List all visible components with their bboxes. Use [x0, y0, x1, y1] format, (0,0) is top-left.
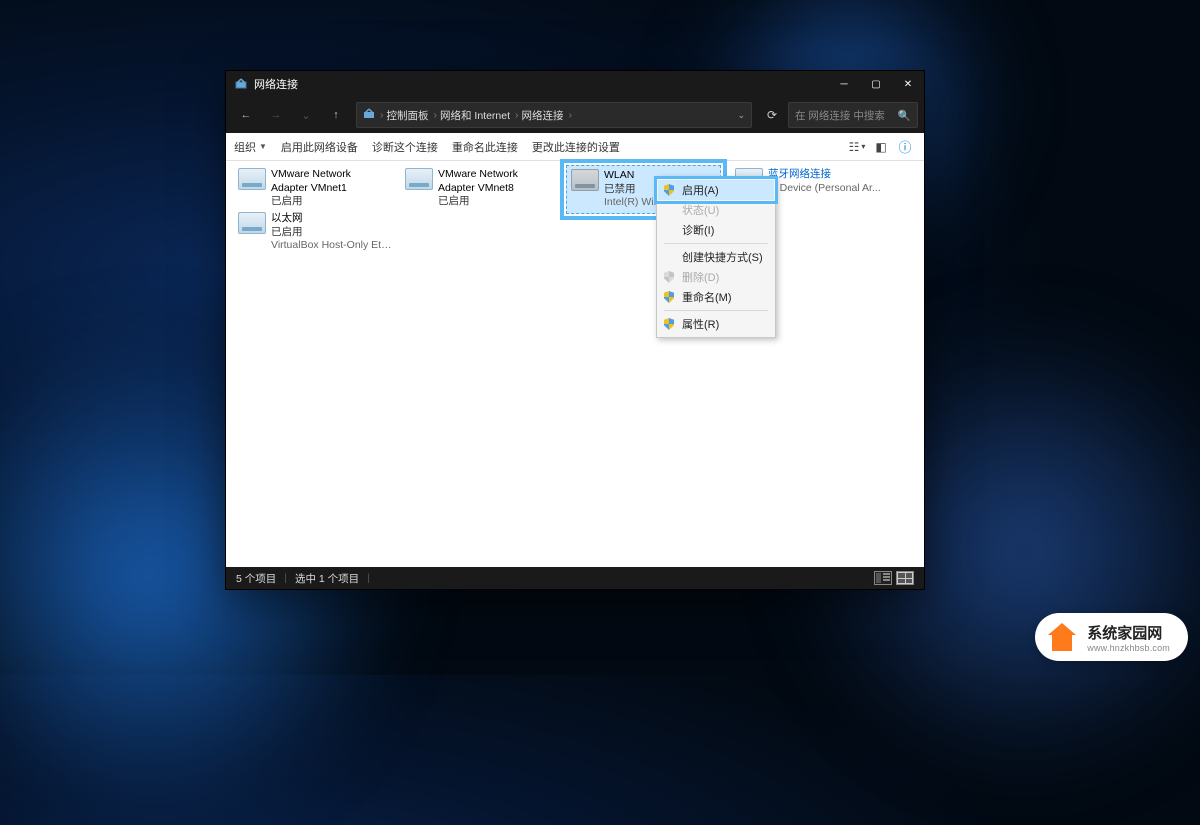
watermark-url: www.hnzkhbsb.com	[1087, 643, 1170, 653]
ctx-delete: 删除(D)	[658, 267, 774, 287]
ctx-diagnose[interactable]: 诊断(I)	[658, 220, 774, 240]
titlebar: 网络连接 ─ ▢ ✕	[226, 71, 924, 97]
watermark-title: 系统家园网	[1087, 622, 1170, 643]
navbar: ← → ⌄ ↑ › 控制面板 › 网络和 Internet › 网络连接 › ⌄…	[226, 97, 924, 133]
toolbar: 组织▼ 启用此网络设备 诊断这个连接 重命名此连接 更改此连接的设置 ☷▾ ◧ …	[226, 133, 924, 161]
house-icon	[1043, 618, 1081, 656]
minimize-button[interactable]: ─	[828, 71, 860, 97]
app-icon	[234, 77, 248, 91]
shield-icon	[662, 270, 676, 284]
ctx-enable[interactable]: 启用(A)	[658, 180, 774, 200]
close-button[interactable]: ✕	[892, 71, 924, 97]
adapter-name: VMware Network Adapter VMnet8	[438, 168, 553, 195]
adapter-desc: VirtualBox Host-Only Ethernet ...	[271, 239, 396, 253]
details-view-button[interactable]	[874, 571, 892, 585]
status-items-count: 5 个项目	[236, 571, 276, 586]
search-input[interactable]: 在 网络连接 中搜索 🔍	[788, 102, 918, 128]
rename-button[interactable]: 重命名此连接	[452, 139, 518, 155]
forward-button[interactable]: →	[262, 101, 290, 129]
up-button[interactable]: ↑	[322, 101, 350, 129]
ethernet-adapter-icon	[237, 212, 267, 242]
ctx-shortcut[interactable]: 创建快捷方式(S)	[658, 247, 774, 267]
icons-view-button[interactable]	[896, 571, 914, 585]
content-area: VMware Network Adapter VMnet1 已启用 VMware…	[226, 161, 924, 567]
refresh-button[interactable]: ⟳	[758, 102, 786, 128]
adapter-name: 以太网	[271, 212, 396, 226]
back-button[interactable]: ←	[232, 101, 260, 129]
breadcrumb-item[interactable]: 控制面板	[387, 108, 429, 123]
diagnose-button[interactable]: 诊断这个连接	[372, 139, 438, 155]
ctx-separator	[664, 243, 768, 244]
history-dropdown[interactable]: ⌄	[292, 101, 320, 129]
enable-device-button[interactable]: 启用此网络设备	[281, 139, 358, 155]
address-dropdown-icon[interactable]: ⌄	[737, 110, 745, 121]
shield-icon	[662, 183, 676, 197]
explorer-window: 网络连接 ─ ▢ ✕ ← → ⌄ ↑ › 控制面板 › 网络和 Internet…	[225, 70, 925, 590]
network-adapter-icon	[404, 168, 434, 198]
network-adapter-icon	[237, 168, 267, 198]
preview-pane-button[interactable]: ◧	[870, 136, 892, 158]
adapter-name: 蓝牙网络连接	[768, 168, 881, 182]
address-bar[interactable]: › 控制面板 › 网络和 Internet › 网络连接 › ⌄	[356, 102, 752, 128]
shield-icon	[662, 317, 676, 331]
view-options-button[interactable]: ☷▾	[846, 136, 868, 158]
watermark-badge: 系统家园网 www.hnzkhbsb.com	[1035, 613, 1188, 661]
maximize-button[interactable]: ▢	[860, 71, 892, 97]
ctx-properties[interactable]: 属性(R)	[658, 314, 774, 334]
context-menu: 启用(A) 状态(U) 诊断(I) 创建快捷方式(S) 删除(D) 重命名(M)…	[656, 176, 776, 338]
search-placeholder: 在 网络连接 中搜索	[795, 108, 898, 123]
address-icon	[363, 108, 377, 123]
adapter-name: VMware Network Adapter VMnet1	[271, 168, 386, 195]
wifi-adapter-icon	[570, 169, 600, 199]
adapter-status: 已启用	[271, 195, 386, 209]
ctx-separator	[664, 310, 768, 311]
adapter-vmnet1[interactable]: VMware Network Adapter VMnet1 已启用	[234, 165, 389, 212]
adapter-desc: th Device (Personal Ar...	[768, 182, 881, 196]
status-selection: 选中 1 个项目	[295, 571, 359, 586]
adapter-ethernet[interactable]: 以太网 已启用 VirtualBox Host-Only Ethernet ..…	[234, 209, 399, 256]
window-title: 网络连接	[254, 76, 828, 92]
adapter-status: 已启用	[271, 226, 396, 240]
organize-menu[interactable]: 组织▼	[234, 139, 267, 155]
search-icon: 🔍	[898, 109, 911, 122]
help-icon[interactable]: ⓘ	[894, 136, 916, 158]
breadcrumb-item[interactable]: 网络连接	[522, 108, 564, 123]
shield-icon	[662, 290, 676, 304]
ctx-status: 状态(U)	[658, 200, 774, 220]
adapter-vmnet8[interactable]: VMware Network Adapter VMnet8 已启用	[401, 165, 556, 212]
ctx-rename[interactable]: 重命名(M)	[658, 287, 774, 307]
change-settings-button[interactable]: 更改此连接的设置	[532, 139, 620, 155]
statusbar: 5 个项目 | 选中 1 个项目 |	[226, 567, 924, 589]
adapter-status: 已启用	[438, 195, 553, 209]
breadcrumb-item[interactable]: 网络和 Internet	[440, 108, 510, 123]
